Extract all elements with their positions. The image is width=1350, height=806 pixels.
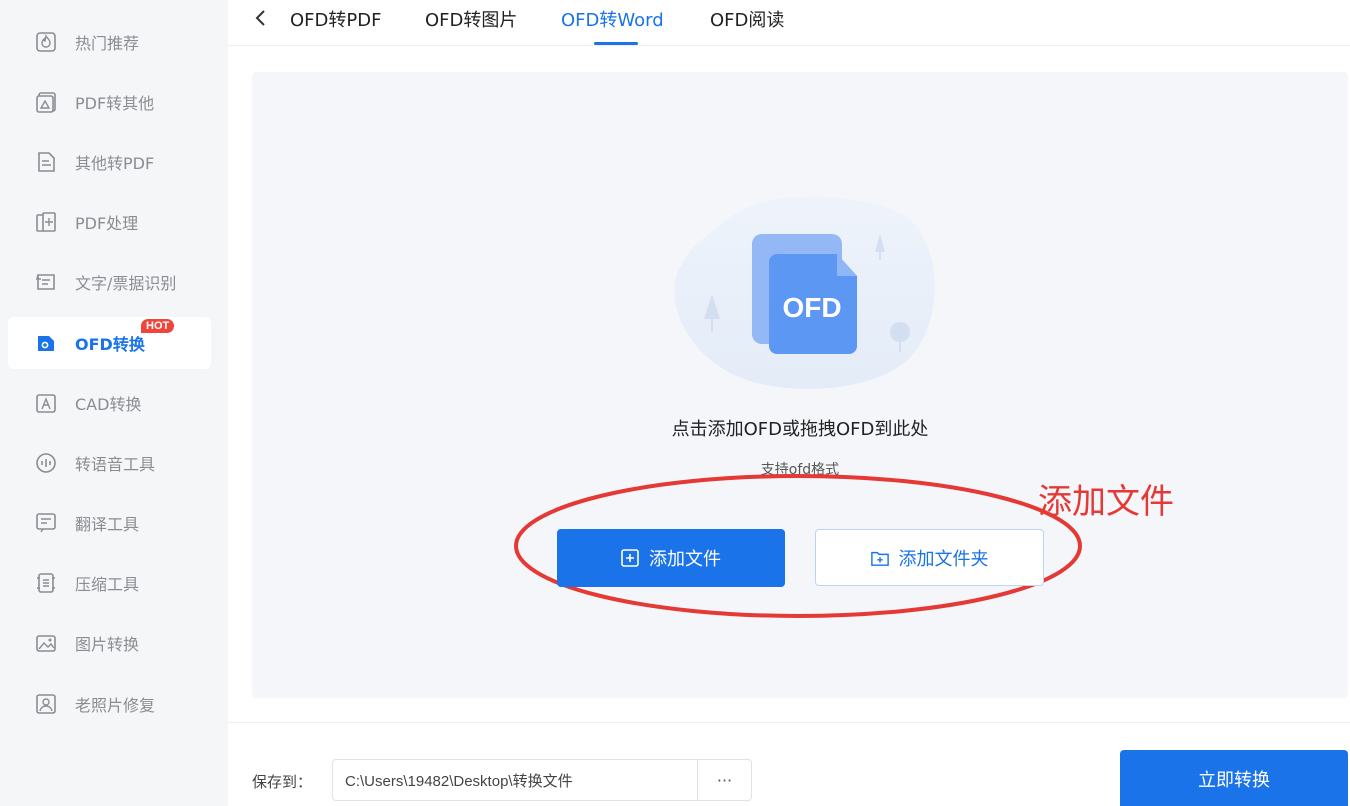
add-folder-label: 添加文件夹: [898, 548, 989, 570]
sidebar: 热门推荐 PDF转其他 其他转PDF PDF处理 文字/票据识别 OFD转换 H…: [0, 0, 228, 806]
compress-icon: [34, 571, 58, 595]
save-path-field[interactable]: C:\Users\19482\Desktop\转换文件: [332, 759, 698, 801]
ofd-file-illustration: OFD: [674, 196, 935, 389]
sidebar-item-compress[interactable]: 压缩工具: [8, 557, 211, 609]
sidebar-item-label: 文字/票据识别: [75, 274, 177, 293]
sidebar-item-translate[interactable]: 翻译工具: [8, 497, 211, 549]
add-file-button[interactable]: 添加文件: [557, 529, 785, 587]
tab-bar: OFD转PDF OFD转图片 OFD转Word OFD阅读: [228, 0, 1350, 46]
sidebar-item-ocr[interactable]: 文字/票据识别: [8, 256, 211, 308]
drop-subtitle: 支持ofd格式: [760, 462, 840, 478]
sidebar-item-photo-repair[interactable]: 老照片修复: [8, 678, 211, 730]
image-icon: [34, 631, 58, 655]
pdf-export-icon: [34, 90, 58, 114]
sidebar-item-label: PDF转其他: [75, 94, 155, 113]
tab-ofd-read[interactable]: OFD阅读: [710, 6, 784, 32]
sidebar-item-label: 翻译工具: [75, 515, 140, 534]
sidebar-item-pdf-to-other[interactable]: PDF转其他: [8, 76, 211, 128]
illustration-label: OFD: [782, 292, 841, 323]
save-to-label: 保存到：: [252, 773, 313, 791]
fire-icon: [34, 30, 58, 54]
tab-ofd-to-image[interactable]: OFD转图片: [425, 6, 517, 32]
translate-icon: [34, 511, 58, 535]
voice-icon: [34, 451, 58, 475]
photo-repair-icon: [34, 692, 58, 716]
sidebar-item-voice-tools[interactable]: 转语音工具: [8, 437, 211, 489]
sidebar-item-label: PDF处理: [75, 214, 139, 233]
annotation-label: 添加文件: [1038, 482, 1174, 522]
sidebar-item-ofd-convert[interactable]: OFD转换 HOT: [8, 317, 211, 369]
footer-bar: 保存到： C:\Users\19482\Desktop\转换文件 ··· 立即转…: [228, 722, 1350, 806]
sidebar-item-label: CAD转换: [75, 395, 142, 414]
folder-plus-icon: [870, 549, 889, 567]
add-file-label: 添加文件: [649, 549, 721, 570]
hot-badge: HOT: [141, 319, 175, 333]
add-folder-button[interactable]: 添加文件夹: [815, 529, 1044, 586]
ocr-icon: [34, 270, 58, 294]
sidebar-item-pdf-process[interactable]: PDF处理: [8, 196, 211, 248]
sidebar-item-label: OFD转换: [75, 335, 145, 354]
plus-square-icon: [621, 549, 639, 567]
tab-ofd-to-pdf[interactable]: OFD转PDF: [290, 6, 381, 32]
sidebar-item-hot-recommend[interactable]: 热门推荐: [8, 16, 211, 68]
tab-ofd-to-word[interactable]: OFD转Word: [561, 6, 664, 32]
drop-title: 点击添加OFD或拖拽OFD到此处: [671, 419, 929, 440]
chevron-left-icon: [255, 10, 265, 26]
sidebar-item-label: 热门推荐: [75, 34, 140, 53]
convert-now-button[interactable]: 立即转换: [1120, 750, 1348, 806]
sidebar-item-other-to-pdf[interactable]: 其他转PDF: [8, 136, 211, 188]
pdf-tools-icon: [34, 210, 58, 234]
cad-icon: [34, 391, 58, 415]
back-button[interactable]: [250, 6, 270, 30]
sidebar-item-label: 转语音工具: [75, 455, 156, 474]
sidebar-item-image-convert[interactable]: 图片转换: [8, 617, 211, 669]
sidebar-item-cad-convert[interactable]: CAD转换: [8, 377, 211, 429]
file-drop-zone[interactable]: OFD 点击添加OFD或拖拽OFD到此处 支持ofd格式 添加文件 添加文件夹 …: [252, 72, 1348, 698]
sidebar-item-label: 老照片修复: [75, 696, 156, 715]
sidebar-item-label: 图片转换: [75, 635, 140, 654]
browse-button[interactable]: ···: [698, 759, 752, 801]
ofd-icon: [34, 331, 58, 355]
active-tab-indicator: [594, 42, 638, 45]
pdf-import-icon: [34, 150, 58, 174]
sidebar-item-label: 其他转PDF: [75, 154, 155, 173]
sidebar-item-label: 压缩工具: [75, 575, 140, 594]
